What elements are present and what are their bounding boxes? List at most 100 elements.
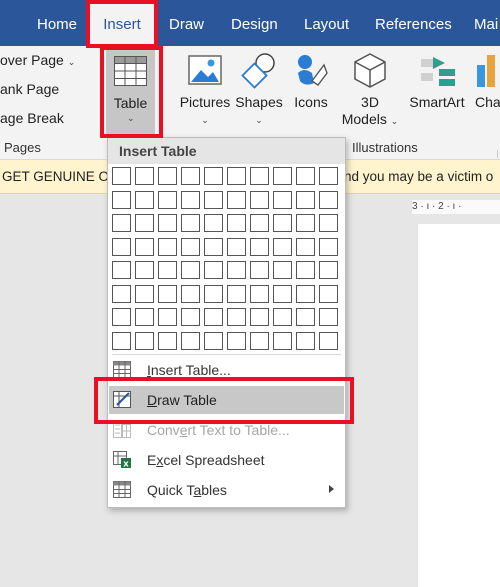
tab-home[interactable]: Home — [37, 0, 77, 46]
grid-cell[interactable] — [158, 261, 177, 279]
tab-draw[interactable]: Draw — [169, 0, 204, 46]
grid-cell[interactable] — [227, 308, 246, 326]
grid-cell[interactable] — [296, 238, 315, 256]
grid-cell[interactable] — [250, 285, 269, 303]
grid-cell[interactable] — [227, 191, 246, 209]
grid-cell[interactable] — [112, 261, 131, 279]
grid-cell[interactable] — [204, 238, 223, 256]
grid-cell[interactable] — [319, 308, 338, 326]
grid-cell[interactable] — [273, 238, 292, 256]
grid-cell[interactable] — [296, 214, 315, 232]
grid-cell[interactable] — [296, 191, 315, 209]
blank-page-button[interactable]: ank Page — [0, 81, 59, 97]
grid-cell[interactable] — [204, 308, 223, 326]
grid-cell[interactable] — [204, 332, 223, 350]
grid-cell[interactable] — [158, 332, 177, 350]
grid-cell[interactable] — [273, 308, 292, 326]
document-page[interactable] — [418, 224, 500, 587]
grid-cell[interactable] — [319, 285, 338, 303]
grid-cell[interactable] — [112, 214, 131, 232]
grid-cell[interactable] — [227, 261, 246, 279]
chart-button[interactable]: Cha — [475, 50, 500, 110]
grid-cell[interactable] — [227, 285, 246, 303]
draw-table-menu-item[interactable]: Draw Table — [109, 386, 344, 414]
grid-cell[interactable] — [135, 261, 154, 279]
grid-cell[interactable] — [158, 238, 177, 256]
shapes-button[interactable]: Shapes ⌄ — [233, 50, 285, 126]
grid-cell[interactable] — [273, 214, 292, 232]
grid-cell[interactable] — [158, 167, 177, 185]
page-break-button[interactable]: age Break — [0, 110, 64, 126]
grid-cell[interactable] — [135, 332, 154, 350]
grid-cell[interactable] — [319, 238, 338, 256]
grid-cell[interactable] — [273, 332, 292, 350]
grid-cell[interactable] — [250, 167, 269, 185]
grid-cell[interactable] — [227, 214, 246, 232]
grid-cell[interactable] — [319, 167, 338, 185]
tab-references[interactable]: References — [375, 0, 452, 46]
grid-cell[interactable] — [296, 308, 315, 326]
smartart-button[interactable]: SmartArt — [404, 50, 470, 110]
grid-cell[interactable] — [227, 167, 246, 185]
grid-cell[interactable] — [181, 285, 200, 303]
grid-cell[interactable] — [135, 214, 154, 232]
grid-cell[interactable] — [204, 285, 223, 303]
grid-cell[interactable] — [181, 238, 200, 256]
grid-cell[interactable] — [273, 167, 292, 185]
tab-mailings[interactable]: Mai — [474, 0, 498, 46]
grid-cell[interactable] — [135, 167, 154, 185]
grid-cell[interactable] — [181, 261, 200, 279]
grid-cell[interactable] — [158, 214, 177, 232]
grid-cell[interactable] — [112, 332, 131, 350]
tab-layout[interactable]: Layout — [304, 0, 349, 46]
grid-cell[interactable] — [112, 308, 131, 326]
grid-cell[interactable] — [250, 191, 269, 209]
tab-design[interactable]: Design — [231, 0, 278, 46]
grid-cell[interactable] — [273, 261, 292, 279]
grid-cell[interactable] — [112, 238, 131, 256]
grid-cell[interactable] — [250, 261, 269, 279]
grid-cell[interactable] — [135, 308, 154, 326]
grid-cell[interactable] — [250, 238, 269, 256]
grid-cell[interactable] — [296, 285, 315, 303]
grid-cell[interactable] — [319, 332, 338, 350]
grid-cell[interactable] — [204, 261, 223, 279]
grid-cell[interactable] — [135, 238, 154, 256]
grid-cell[interactable] — [158, 191, 177, 209]
grid-cell[interactable] — [296, 167, 315, 185]
excel-spreadsheet-menu-item[interactable]: x Excel Spreadsheet — [109, 446, 344, 474]
grid-cell[interactable] — [227, 238, 246, 256]
grid-cell[interactable] — [181, 308, 200, 326]
grid-cell[interactable] — [181, 214, 200, 232]
grid-cell[interactable] — [319, 214, 338, 232]
tab-insert[interactable]: Insert — [88, 0, 156, 46]
grid-cell[interactable] — [204, 191, 223, 209]
grid-cell[interactable] — [158, 308, 177, 326]
grid-cell[interactable] — [135, 191, 154, 209]
grid-cell[interactable] — [250, 214, 269, 232]
grid-cell[interactable] — [296, 261, 315, 279]
table-button[interactable]: Table ⌄ — [106, 50, 155, 135]
grid-cell[interactable] — [273, 191, 292, 209]
grid-cell[interactable] — [181, 167, 200, 185]
cover-page-button[interactable]: over Page ⌄ — [0, 52, 75, 68]
icons-button[interactable]: Icons — [290, 50, 332, 110]
grid-cell[interactable] — [204, 167, 223, 185]
insert-table-menu-item[interactable]: Insert Table... — [109, 356, 344, 384]
quick-tables-menu-item[interactable]: Quick Tables — [109, 476, 344, 504]
grid-cell[interactable] — [181, 332, 200, 350]
grid-cell[interactable] — [250, 308, 269, 326]
grid-cell[interactable] — [296, 332, 315, 350]
grid-cell[interactable] — [319, 261, 338, 279]
pictures-button[interactable]: Pictures ⌄ — [178, 50, 232, 126]
grid-cell[interactable] — [112, 191, 131, 209]
grid-cell[interactable] — [204, 214, 223, 232]
grid-cell[interactable] — [227, 332, 246, 350]
grid-cell[interactable] — [273, 285, 292, 303]
grid-cell[interactable] — [250, 332, 269, 350]
grid-cell[interactable] — [158, 285, 177, 303]
grid-cell[interactable] — [112, 167, 131, 185]
grid-cell[interactable] — [135, 285, 154, 303]
3d-models-button[interactable]: 3D Models ⌄ — [338, 50, 402, 127]
grid-cell[interactable] — [319, 191, 338, 209]
